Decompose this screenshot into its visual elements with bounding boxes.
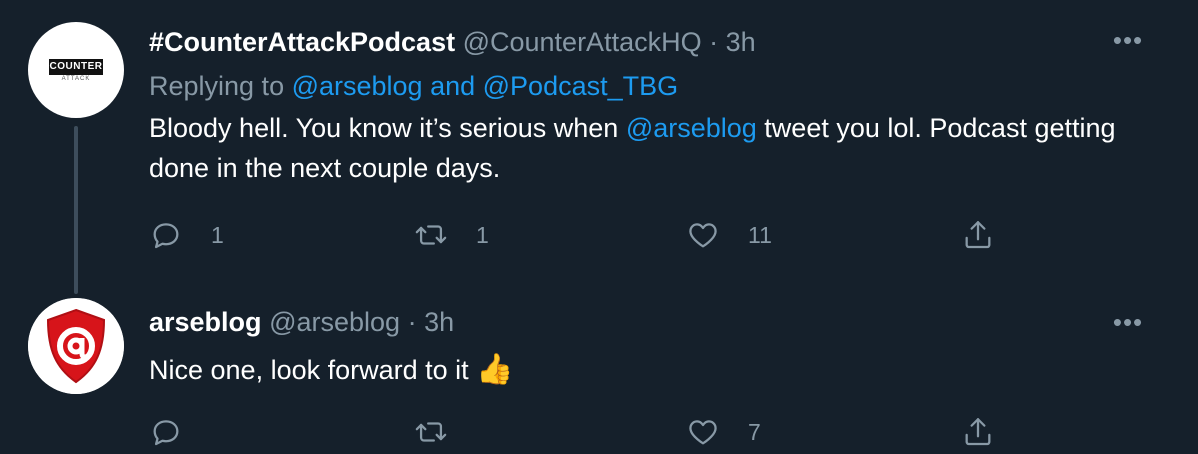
mention-link[interactable]: @arseblog (292, 71, 423, 101)
timestamp[interactable]: 3h (424, 307, 454, 337)
tweet-header: arseblog @arseblog · 3h (149, 304, 1158, 340)
tweet-actions: 1 1 11 (149, 215, 1049, 255)
replying-prefix: Replying to (149, 71, 292, 101)
more-icon: ••• (1112, 25, 1144, 55)
tweet[interactable]: arseblog @arseblog · 3h Nice one, look f… (0, 290, 1198, 454)
retweet-button[interactable] (414, 412, 476, 452)
like-icon (689, 420, 717, 445)
display-name[interactable]: arseblog (149, 307, 262, 337)
mention-link[interactable]: @arseblog (626, 113, 757, 143)
share-icon (965, 221, 991, 249)
mention-link[interactable]: @Podcast_TBG (483, 71, 679, 101)
reply-count: 1 (211, 221, 224, 248)
tweet-content: arseblog @arseblog · 3h Nice one, look f… (149, 304, 1158, 390)
arseblog-logo-icon (28, 298, 124, 394)
share-icon (965, 418, 991, 446)
replying-and[interactable]: and (423, 71, 483, 101)
tweet-text-part: Bloody hell. You know it’s serious when (149, 113, 626, 143)
reply-icon (153, 223, 179, 249)
share-button[interactable] (961, 215, 995, 255)
timestamp[interactable]: 3h (726, 27, 756, 57)
more-options-button[interactable]: ••• (1108, 309, 1148, 335)
like-count: 11 (748, 221, 772, 248)
display-name[interactable]: #CounterAttackPodcast (149, 27, 455, 57)
tweet-actions: 7 (149, 412, 1049, 452)
avatar[interactable] (28, 298, 124, 394)
avatar-logo-subtext: ATTACK (61, 76, 91, 82)
avatar[interactable]: COUNTER ATTACK (28, 22, 124, 118)
tweet-header: #CounterAttackPodcast @CounterAttackHQ ·… (149, 24, 1158, 60)
reply-button[interactable]: 1 (149, 215, 224, 255)
more-options-button[interactable]: ••• (1108, 27, 1148, 53)
separator-dot: · (709, 27, 719, 57)
user-handle[interactable]: @arseblog (269, 307, 400, 337)
thread-connector (74, 126, 78, 294)
tweet-text: Bloody hell. You know it’s serious when … (149, 108, 1158, 188)
more-icon: ••• (1112, 307, 1144, 337)
reply-button[interactable] (149, 412, 211, 452)
tweet[interactable]: COUNTER ATTACK #CounterAttackPodcast @Co… (0, 0, 1198, 294)
thumbs-up-emoji: 👍 (476, 353, 514, 386)
like-button[interactable]: 7 (686, 412, 761, 452)
retweet-count: 1 (476, 221, 489, 248)
like-count: 7 (748, 418, 761, 445)
share-button[interactable] (961, 412, 995, 452)
tweet-text-part: Nice one, look forward to it (149, 355, 477, 385)
like-icon (689, 223, 717, 248)
retweet-icon (415, 422, 447, 442)
reply-icon (153, 420, 179, 446)
replying-to: Replying to @arseblog and @Podcast_TBG (149, 68, 1158, 104)
tweet-content: #CounterAttackPodcast @CounterAttackHQ ·… (149, 24, 1158, 188)
tweet-text: Nice one, look forward to it 👍 (149, 350, 1158, 390)
separator-dot: · (407, 307, 417, 337)
like-button[interactable]: 11 (686, 215, 772, 255)
retweet-icon (415, 225, 447, 245)
avatar-logo: COUNTER (49, 59, 103, 75)
user-handle[interactable]: @CounterAttackHQ (463, 27, 702, 57)
retweet-button[interactable]: 1 (414, 215, 489, 255)
